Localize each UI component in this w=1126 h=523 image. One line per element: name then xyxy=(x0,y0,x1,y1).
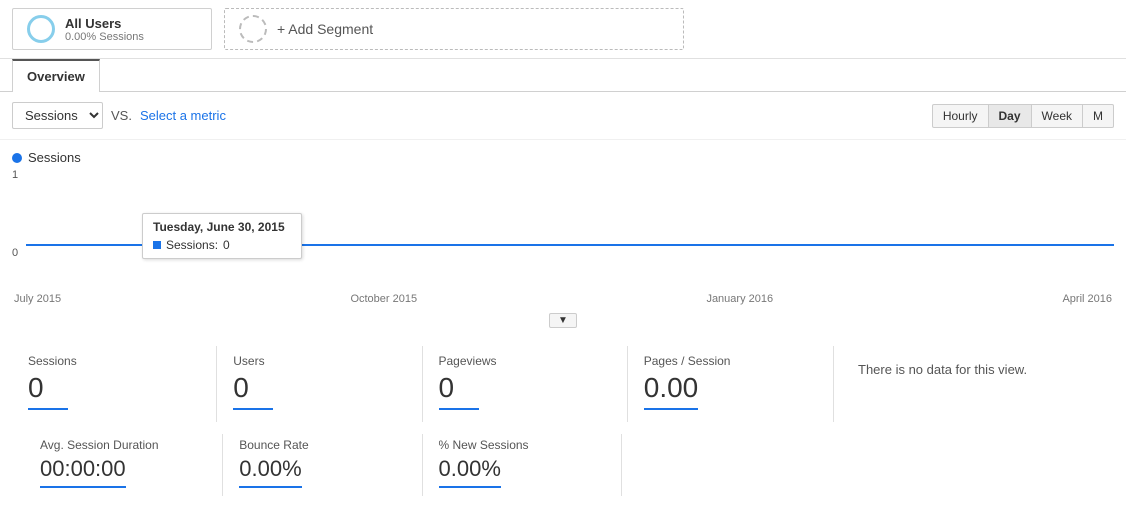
metric-sessions: Sessions 0 xyxy=(12,346,217,422)
pageviews-value: 0 xyxy=(439,372,479,410)
metric-empty xyxy=(622,434,821,496)
day-button[interactable]: Day xyxy=(989,104,1032,128)
all-users-circle-icon xyxy=(27,15,55,43)
time-buttons-group: Hourly Day Week M xyxy=(932,104,1114,128)
metrics-row2-grid: Avg. Session Duration 00:00:00 Bounce Ra… xyxy=(12,422,834,496)
sessions-legend-label: Sessions xyxy=(28,150,81,165)
chart-legend: Sessions xyxy=(12,150,1114,165)
x-label-april: April 2016 xyxy=(1062,293,1112,305)
tab-overview[interactable]: Overview xyxy=(12,59,100,92)
select-metric-link[interactable]: Select a metric xyxy=(140,108,226,123)
new-sessions-value: 0.00% xyxy=(439,456,501,488)
sessions-value: 0 xyxy=(28,372,68,410)
all-users-segment[interactable]: All Users 0.00% Sessions xyxy=(12,8,212,50)
bounce-rate-label: Bounce Rate xyxy=(239,438,405,452)
avg-session-label: Avg. Session Duration xyxy=(40,438,206,452)
metric-users: Users 0 xyxy=(217,346,422,422)
pageviews-label: Pageviews xyxy=(439,354,611,368)
no-data-area: There is no data for this view. xyxy=(834,346,1114,496)
all-users-sessions: 0.00% Sessions xyxy=(65,31,144,43)
add-segment-box[interactable]: + Add Segment xyxy=(224,8,684,50)
metrics-section: Sessions 0 Users 0 Pageviews 0 Pages / S… xyxy=(0,330,1126,496)
metric-selector[interactable]: Sessions xyxy=(12,102,103,129)
bounce-rate-value: 0.00% xyxy=(239,456,301,488)
all-users-name: All Users xyxy=(65,16,144,31)
users-label: Users xyxy=(233,354,405,368)
sessions-label: Sessions xyxy=(28,354,200,368)
chart-area: Sessions 1 0 Tuesday, June 30, 2015 Sess… xyxy=(0,140,1126,289)
x-label-october: October 2015 xyxy=(350,293,417,305)
x-axis: July 2015 October 2015 January 2016 Apri… xyxy=(0,289,1126,309)
y-axis-min: 0 xyxy=(12,247,18,259)
chart-tooltip: Tuesday, June 30, 2015 Sessions: 0 xyxy=(142,213,302,259)
week-button[interactable]: Week xyxy=(1032,104,1083,128)
vs-label: VS. xyxy=(111,108,132,123)
scroll-button[interactable]: ▼ xyxy=(549,313,577,328)
metrics-row1-grid: Sessions 0 Users 0 Pageviews 0 Pages / S… xyxy=(12,346,834,422)
x-label-january: January 2016 xyxy=(706,293,773,305)
metric-new-sessions: % New Sessions 0.00% xyxy=(423,434,622,496)
tabs-bar: Overview xyxy=(0,59,1126,92)
scroll-indicator: ▼ xyxy=(0,309,1126,330)
tooltip-dot-icon xyxy=(153,241,161,249)
pages-per-session-label: Pages / Session xyxy=(644,354,817,368)
metric-bounce-rate: Bounce Rate 0.00% xyxy=(223,434,422,496)
month-button[interactable]: M xyxy=(1083,104,1114,128)
metric-pageviews: Pageviews 0 xyxy=(423,346,628,422)
tooltip-sessions-value: 0 xyxy=(223,238,230,252)
avg-session-value: 00:00:00 xyxy=(40,456,126,488)
chart-container[interactable]: 1 0 Tuesday, June 30, 2015 Sessions: 0 xyxy=(12,169,1114,289)
x-label-july: July 2015 xyxy=(14,293,61,305)
new-sessions-label: % New Sessions xyxy=(439,438,605,452)
metric-avg-session: Avg. Session Duration 00:00:00 xyxy=(24,434,223,496)
add-segment-label: + Add Segment xyxy=(277,21,373,37)
toolbar: Sessions VS. Select a metric Hourly Day … xyxy=(0,92,1126,140)
sessions-legend-dot xyxy=(12,153,22,163)
add-segment-circle-icon xyxy=(239,15,267,43)
no-data-text: There is no data for this view. xyxy=(858,362,1027,377)
y-axis-max: 1 xyxy=(12,169,18,181)
metric-pages-per-session: Pages / Session 0.00 xyxy=(628,346,833,422)
metrics-left: Sessions 0 Users 0 Pageviews 0 Pages / S… xyxy=(12,346,834,496)
segment-bar: All Users 0.00% Sessions + Add Segment xyxy=(0,0,1126,59)
tooltip-sessions-label: Sessions: xyxy=(166,238,218,252)
users-value: 0 xyxy=(233,372,273,410)
tooltip-sessions: Sessions: 0 xyxy=(153,238,291,252)
tooltip-date: Tuesday, June 30, 2015 xyxy=(153,220,291,234)
pages-per-session-value: 0.00 xyxy=(644,372,699,410)
hourly-button[interactable]: Hourly xyxy=(932,104,989,128)
